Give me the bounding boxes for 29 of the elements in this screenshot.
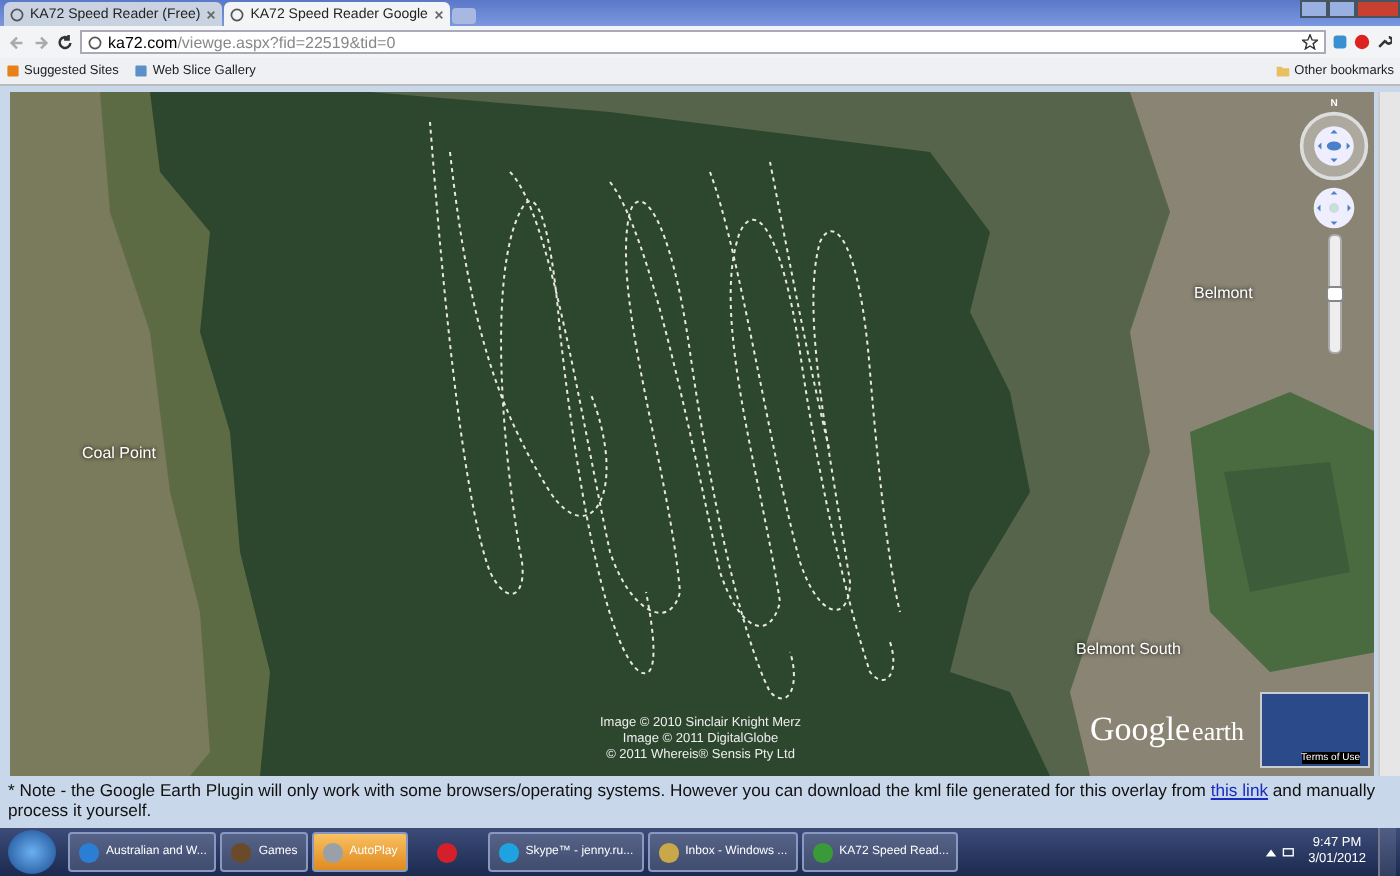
scrollbar[interactable] — [1378, 92, 1400, 776]
move-control-icon[interactable] — [1312, 186, 1356, 230]
star-icon[interactable] — [1302, 34, 1318, 50]
folder-icon — [1276, 64, 1291, 78]
place-label: Belmont South — [1076, 640, 1181, 658]
address-bar[interactable]: ka72.com/viewge.aspx?fid=22519&tid=0 — [80, 30, 1326, 54]
place-label: Coal Point — [82, 444, 156, 462]
close-icon[interactable] — [433, 9, 444, 19]
look-control-icon[interactable] — [1298, 110, 1370, 182]
wrench-icon[interactable] — [1376, 34, 1392, 50]
close-icon[interactable] — [206, 9, 217, 19]
globe-icon — [88, 35, 102, 49]
map-logo: Googleearth — [1090, 712, 1245, 750]
place-label: Belmont — [1194, 284, 1253, 302]
forward-icon[interactable] — [32, 33, 50, 51]
start-button[interactable] — [8, 830, 56, 874]
reload-icon[interactable] — [56, 33, 74, 51]
network-icon[interactable] — [1282, 845, 1297, 859]
maximize-button[interactable] — [1328, 0, 1356, 18]
bookmark-icon — [6, 64, 20, 78]
download-link[interactable]: this link — [1210, 780, 1269, 800]
back-icon[interactable] — [8, 33, 26, 51]
bookmark-icon — [134, 64, 149, 78]
plugin-note: * Note - the Google Earth Plugin will only work with some browsers/operating systems. However you can download the kml file generated for this overlay from this link and manually process it yourself. — [8, 780, 1378, 820]
globe-icon — [230, 7, 245, 21]
tray-arrow-icon[interactable] — [1264, 845, 1279, 859]
show-desktop-button[interactable] — [1378, 828, 1396, 876]
minimize-button[interactable] — [1300, 0, 1328, 18]
globe-icon — [10, 7, 24, 21]
